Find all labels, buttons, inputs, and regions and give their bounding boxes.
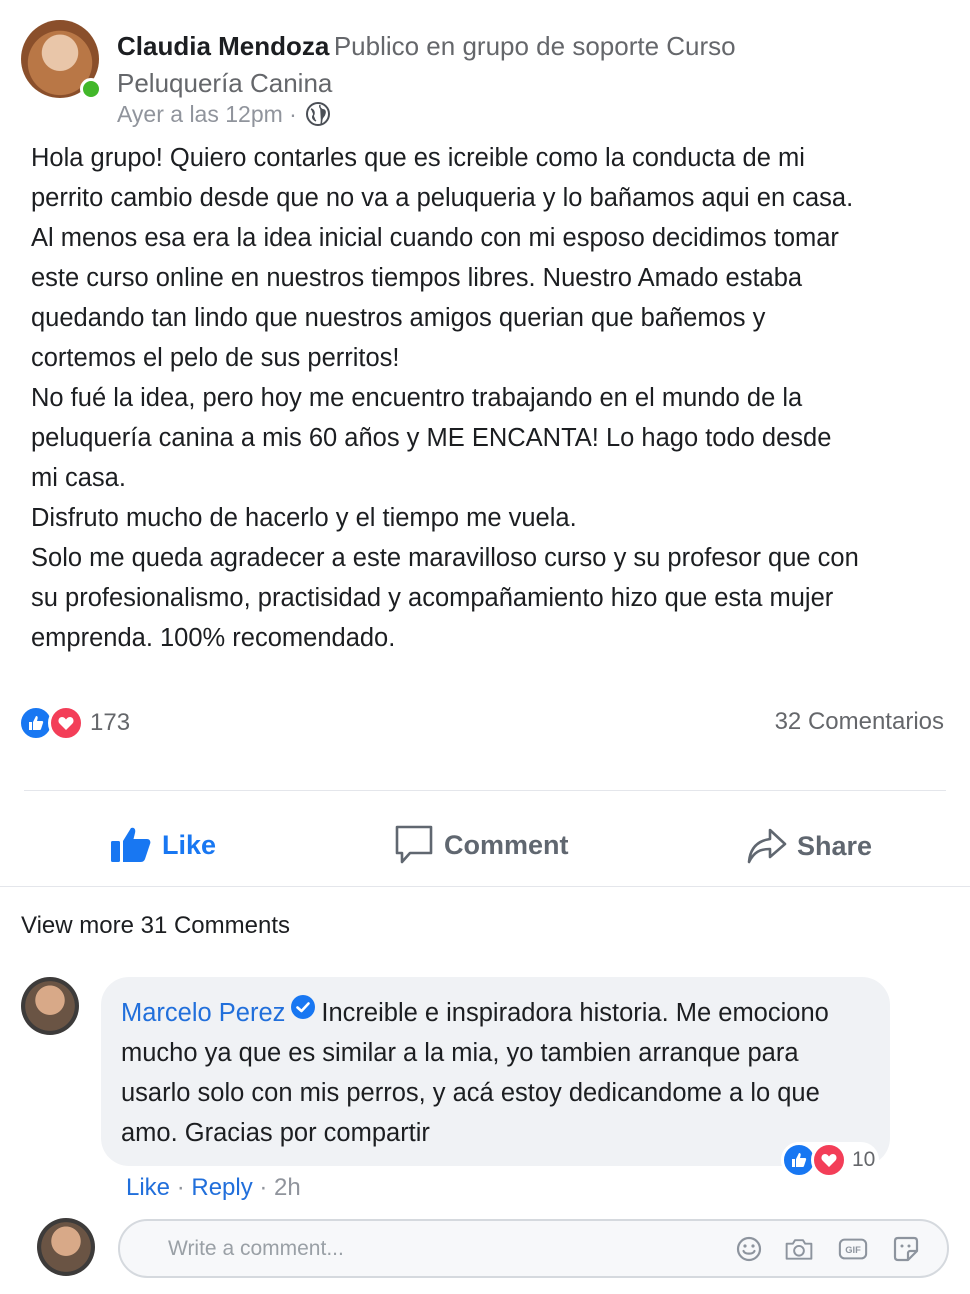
- comment-bubble-icon: [395, 825, 433, 864]
- post-timestamp[interactable]: Ayer a las 12pm ·: [117, 99, 297, 129]
- share-arrow-icon: [747, 828, 787, 864]
- svg-text:GIF: GIF: [845, 1245, 861, 1255]
- author-name[interactable]: Claudia Mendoza: [117, 31, 329, 61]
- current-user-avatar: [37, 1218, 95, 1276]
- camera-icon[interactable]: [784, 1234, 814, 1264]
- commenter-name[interactable]: Marcelo Perez: [121, 999, 285, 1027]
- comments-count-link[interactable]: 32 Comentarios: [775, 708, 944, 736]
- separator-dot: ·: [170, 1174, 192, 1201]
- reaction-count: 173: [90, 709, 131, 736]
- divider: [24, 790, 946, 791]
- comment-label: Comment: [444, 829, 569, 860]
- group-name-line2[interactable]: Peluquería Canina: [117, 63, 332, 103]
- like-button[interactable]: Like: [110, 826, 216, 864]
- online-status-dot: [80, 78, 102, 100]
- thumbs-up-icon: [111, 827, 151, 862]
- like-label: Like: [162, 829, 217, 860]
- comment-like-link[interactable]: Like: [126, 1174, 170, 1201]
- verified-badge-icon: [291, 995, 316, 1019]
- comment-time[interactable]: 2h: [274, 1174, 301, 1201]
- separator-dot: ·: [252, 1174, 275, 1201]
- comment-reaction-count: 10: [852, 1148, 876, 1171]
- comment-composer[interactable]: Write a comment... GIF: [118, 1219, 949, 1278]
- commenter-avatar[interactable]: [21, 977, 79, 1035]
- emoji-icon[interactable]: [734, 1234, 764, 1264]
- share-label: Share: [797, 830, 873, 861]
- post-body: Hola grupo! Quiero contarles que es icre…: [31, 144, 859, 652]
- comment-content: Marcelo Perez Increible e inspiradora his…: [121, 993, 866, 1153]
- comment-reaction-summary[interactable]: 10: [781, 1142, 880, 1178]
- share-button[interactable]: Share: [747, 826, 872, 866]
- comment-button[interactable]: Comment: [394, 824, 569, 866]
- post-meta: Ayer a las 12pm ·: [117, 99, 331, 129]
- love-reaction-icon: [48, 705, 84, 741]
- divider: [0, 886, 970, 887]
- view-more-comments-link[interactable]: View more 31 Comments: [21, 912, 290, 940]
- comment-actions: Like · Reply · 2h: [126, 1174, 301, 1202]
- group-name-line1[interactable]: Publico en grupo de soporte Curso: [334, 31, 736, 61]
- love-reaction-icon: [811, 1142, 847, 1178]
- reaction-summary[interactable]: 173: [18, 705, 130, 741]
- comment-reply-link[interactable]: Reply: [191, 1174, 252, 1201]
- globe-icon: [305, 102, 330, 126]
- gif-icon[interactable]: GIF: [838, 1234, 868, 1264]
- comment-input[interactable]: Write a comment...: [168, 1237, 344, 1261]
- sticker-icon[interactable]: [891, 1234, 921, 1264]
